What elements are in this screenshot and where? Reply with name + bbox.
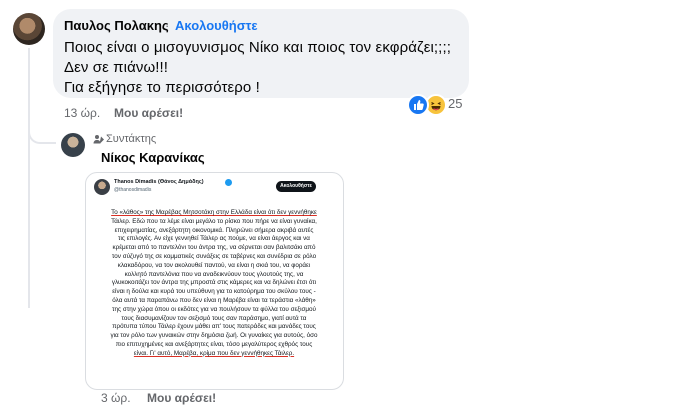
- thread-line: [28, 48, 30, 308]
- tweet-text-line: τους διασυμανίζουν τον σεξισμό τους σαν …: [121, 314, 307, 322]
- tweet-follow-button: Ακολουθήστε: [276, 181, 316, 192]
- tweet-text-line: πιο επιτυχημένες και ανεξάρτητες είναι, …: [115, 340, 313, 348]
- tweet-text-line: επιχειρηματίας, ανεξάρτητη οικονομικά. Π…: [114, 226, 314, 234]
- attached-image[interactable]: Thanos Dimadis (Θάνος Δημάδης) @thanosdi…: [85, 172, 344, 390]
- avatar[interactable]: [61, 133, 85, 157]
- reaction-count[interactable]: 25: [448, 96, 462, 111]
- tweet-text-line: κλακαδόρου, να τον ακολουθεί παντού, να …: [117, 261, 311, 269]
- tweet-text-line: Τάιλερ. Εδώ που τα λέμε είναι μεγάλο το …: [111, 217, 317, 225]
- reply-author[interactable]: Νίκος Καρανίκας: [101, 150, 205, 165]
- tweet-text-line: Το «λάθος» της Μαρέβας Μητσοτάκη στην Ελ…: [111, 209, 317, 216]
- tweet-text-line: όλα αυτά τα παραπάνω που δεν είναι η Μαρ…: [112, 296, 316, 304]
- tweet-text-line: πρότυπα τύπου Τάιλερ έχουν μάθει απ' του…: [112, 323, 316, 331]
- comment-text-line: Για εξήγησε το περισσότερο !: [64, 79, 260, 96]
- tweet-text-line: της στην χώρα όπου οι εκδότες για να που…: [112, 305, 316, 313]
- tweet-text: Το «λάθος» της Μαρέβας Μητσοτάκη στην Ελ…: [94, 209, 334, 359]
- separator-dot: ·: [165, 18, 170, 33]
- tweet-text-line: τις επιλογές. Αν είχε γεννηθεί Τάιλερ ας…: [118, 235, 310, 243]
- comment-author[interactable]: Παυλος Πολακης: [64, 18, 169, 33]
- tweet-text-line: για τον ρόλο των γυναικών στην δημόσια ζ…: [110, 332, 318, 340]
- follow-link[interactable]: Ακολουθήστε: [175, 18, 258, 33]
- tweet-text-line: είναι η δούλα και κυρά του υπεύθυνη για …: [112, 288, 316, 296]
- comment-text-line: Ποιος είναι ο μισογυνισμος Νίκο και ποιο…: [64, 39, 451, 56]
- comment-text-line: Δεν σε πιάνω!!!: [64, 59, 169, 76]
- thread-connector: [28, 118, 56, 144]
- tweet-author-handle: @thanosdimadis: [114, 187, 152, 193]
- like-icon[interactable]: [407, 94, 429, 116]
- like-button[interactable]: Μου αρέσει!: [147, 391, 216, 405]
- tweet-text-line: τον σύζυγό της σε κομματικές συνάξεις σε…: [111, 252, 317, 260]
- reply-timestamp[interactable]: 3 ώρ.: [101, 391, 131, 405]
- tweet-text-line: είναι. Γι' αυτό, Μαρέβα, κρίμα που δεν γ…: [133, 349, 295, 357]
- tweet-avatar: [94, 179, 110, 195]
- author-badge-icon: [93, 135, 104, 144]
- verified-icon: [225, 179, 232, 186]
- tweet-text-line: κολλητό παντελόνια που να αναδεικνύουν τ…: [124, 270, 304, 278]
- avatar[interactable]: [13, 13, 45, 45]
- tweet-author-name: Thanos Dimadis (Θάνος Δημάδης): [114, 179, 204, 185]
- tweet-text-line: γλυκοκοιτάζει τον άντρα της μπροστά στις…: [111, 279, 317, 287]
- author-role-label: Συντάκτης: [106, 133, 157, 145]
- tweet-text-line: κρέμεται από το παντελόνι του άντρα της,…: [112, 244, 316, 252]
- comment-timestamp[interactable]: 13 ώρ.: [64, 106, 100, 120]
- like-button[interactable]: Μου αρέσει!: [114, 106, 183, 120]
